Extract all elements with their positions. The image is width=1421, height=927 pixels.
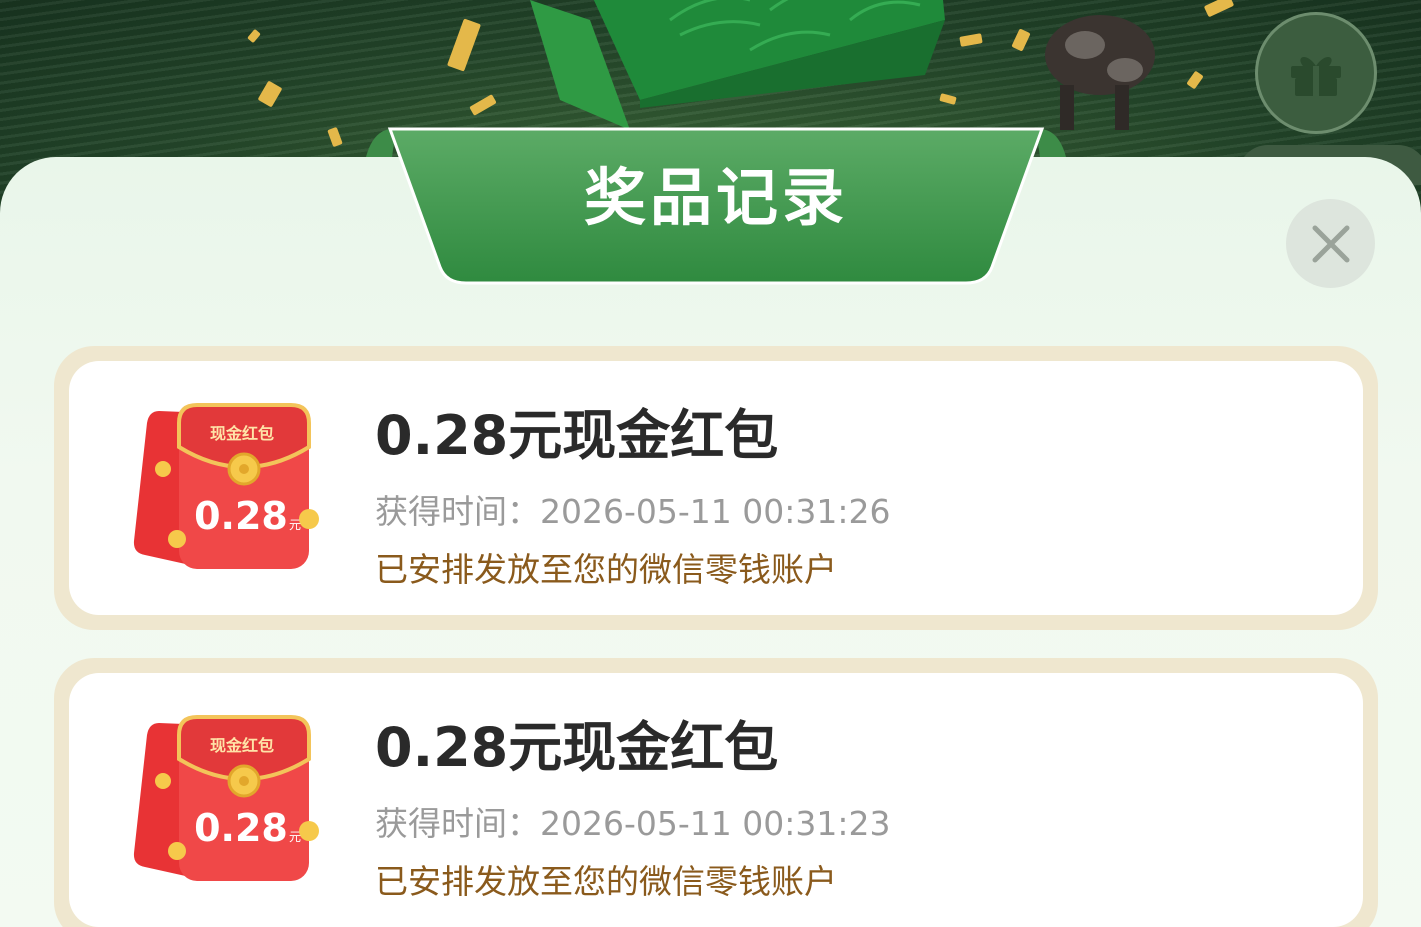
time-label: 获得时间： [375,804,540,843]
close-icon [1312,225,1349,262]
red-envelope-icon: 现金红包 0.28 元 [133,403,319,569]
confetti [1011,28,1031,52]
prize-record-card: 现金红包 0.28 元 0.28元现金红包 获得时间：2026-05-11 00… [54,346,1378,630]
confetti [1186,70,1204,90]
prize-record-content: 现金红包 0.28 元 0.28元现金红包 获得时间：2026-05-11 00… [69,361,1363,615]
envelope-unit: 元 [289,518,301,532]
prize-title: 0.28元现金红包 [375,404,779,467]
confetti [959,33,983,47]
gift-icon [1291,56,1341,96]
envelope-label: 现金红包 [210,424,274,443]
close-button[interactable] [1286,199,1375,288]
prize-delivery-note: 已安排发放至您的微信零钱账户 [375,550,837,589]
envelope-label: 现金红包 [210,736,274,755]
confetti [257,80,283,108]
prize-record-card: 现金红包 0.28 元 0.28元现金红包 获得时间：2026-05-11 00… [54,658,1378,927]
confetti [327,126,343,148]
prize-title: 0.28元现金红包 [375,716,779,779]
prize-time: 获得时间：2026-05-11 00:31:23 [375,797,890,845]
confetti [247,28,261,44]
confetti [446,18,482,72]
prize-time: 获得时间：2026-05-11 00:31:26 [375,485,890,533]
prize-record-content: 现金红包 0.28 元 0.28元现金红包 获得时间：2026-05-11 00… [69,673,1363,927]
time-value: 2026-05-11 00:31:23 [540,804,891,843]
time-value: 2026-05-11 00:31:26 [540,492,891,531]
confetti [469,94,497,116]
envelope-unit: 元 [289,830,301,844]
panel-title: 奖品记录 [583,161,848,234]
envelope-amount: 0.28 [194,494,288,538]
cow-illustration [1045,15,1155,130]
gift-box-illustration [530,0,945,130]
envelope-amount: 0.28 [194,806,288,850]
red-envelope-icon: 现金红包 0.28 元 [133,715,319,881]
gift-button[interactable] [1255,12,1377,134]
time-label: 获得时间： [375,492,540,531]
confetti [1203,0,1235,18]
prize-delivery-note: 已安排发放至您的微信零钱账户 [375,862,837,901]
